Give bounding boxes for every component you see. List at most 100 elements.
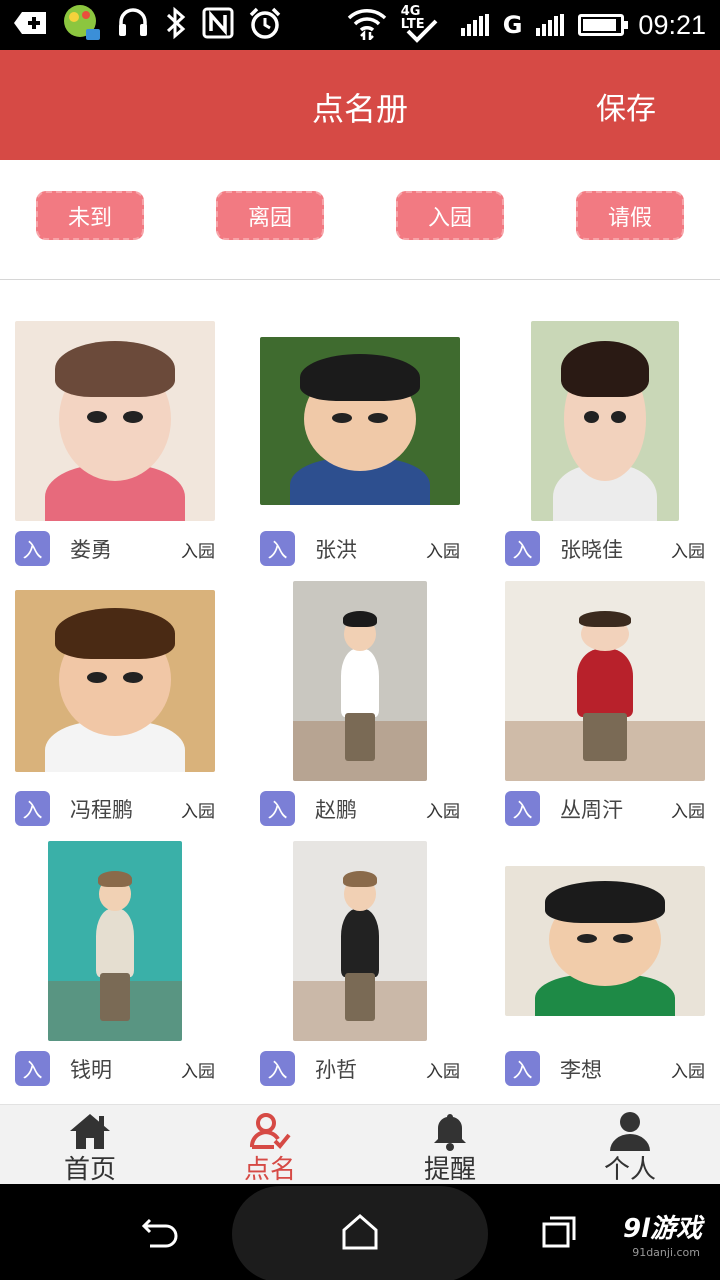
status-right: 4G LTE G 09:21 (347, 5, 706, 45)
clock: 09:21 (638, 9, 706, 40)
bell-icon (434, 1114, 466, 1151)
wifi-icon (347, 6, 387, 44)
battery-icon (578, 14, 629, 36)
home-nav-icon[interactable] (338, 1212, 382, 1252)
child-card[interactable]: 入冯程鹏 入园 (15, 581, 215, 842)
child-info-row: 入赵鹏 入园 (260, 791, 460, 827)
child-card[interactable]: 入张晓佳 入园 (505, 321, 705, 582)
child-status: 入园 (181, 802, 215, 822)
children-grid: 入娄勇 入园入张洪 入园入张晓佳 入园入冯程鹏 入园入赵鹏 入园入丛周汗 入园入钱明 入园入孙… (0, 281, 720, 1104)
signal-icon (460, 14, 489, 36)
photo-legs (345, 713, 375, 761)
child-card[interactable]: 入张洪 入园 (260, 321, 460, 582)
signal-icon-2 (536, 14, 565, 36)
child-name: 赵鹏 (315, 798, 357, 822)
back-icon[interactable] (140, 1212, 184, 1252)
status-badge[interactable]: 入 (15, 1051, 50, 1086)
child-photo[interactable] (293, 581, 427, 781)
photo-hair (55, 608, 175, 660)
child-info-row: 入张洪 入园 (260, 531, 460, 567)
child-status: 入园 (671, 1062, 705, 1082)
photo-eye (87, 411, 107, 423)
child-photo[interactable] (15, 590, 215, 772)
tab-bar: 首页 点名 提醒 个人 (0, 1104, 720, 1185)
photo-eye (577, 933, 597, 943)
child-photo[interactable] (293, 841, 427, 1041)
child-name: 李想 (560, 1058, 602, 1082)
page: 4G LTE G 09:21 点名册 保存 未到 离园 入园 请假 入娄勇 入园入… (0, 0, 720, 1280)
filter-absent-button[interactable]: 未到 (36, 191, 144, 240)
child-photo[interactable] (505, 866, 705, 1016)
recents-icon[interactable] (538, 1212, 582, 1252)
tab-profile[interactable]: 个人 (540, 1105, 720, 1185)
child-card[interactable]: 入钱明 入园 (15, 841, 215, 1102)
child-name: 张晓佳 (560, 538, 623, 562)
alarm-icon (248, 6, 282, 44)
child-info-row: 入孙哲 入园 (260, 1051, 460, 1087)
watermark-logo: 9l游戏 (622, 1214, 702, 1244)
status-badge[interactable]: 入 (505, 1051, 540, 1086)
battery-fill (583, 19, 616, 31)
home-icon (70, 1114, 110, 1149)
status-badge[interactable]: 入 (15, 531, 50, 566)
child-name: 丛周汗 (560, 798, 623, 822)
filter-arrived-button[interactable]: 入园 (396, 191, 504, 240)
child-photo[interactable] (260, 337, 460, 505)
child-photo[interactable] (15, 321, 215, 521)
photo-hair (300, 353, 420, 401)
status-badge[interactable]: 入 (260, 531, 295, 566)
filter-left-button[interactable]: 离园 (216, 191, 324, 240)
photo-hair (579, 611, 631, 627)
status-bar: 4G LTE G 09:21 (0, 0, 720, 50)
photo-hair (342, 871, 378, 887)
photo-legs (100, 973, 130, 1021)
nfc-icon (202, 7, 234, 43)
child-name: 孙哲 (315, 1058, 357, 1082)
child-status: 入园 (671, 542, 705, 562)
tab-home-label: 首页 (63, 1155, 116, 1185)
photo-body (341, 909, 379, 977)
child-info-row: 入钱明 入园 (15, 1051, 215, 1087)
child-card[interactable]: 入李想 入园 (505, 841, 705, 1102)
status-left (14, 3, 282, 47)
tab-reminder[interactable]: 提醒 (360, 1105, 540, 1185)
app-header: 点名册 保存 (0, 50, 720, 160)
tab-profile-label: 个人 (603, 1155, 656, 1185)
filter-bar: 未到 离园 入园 请假 (0, 160, 720, 280)
tab-home[interactable]: 首页 (0, 1105, 180, 1185)
child-photo-frame (15, 841, 215, 1041)
child-photo-frame (260, 841, 460, 1041)
status-badge[interactable]: 入 (505, 791, 540, 826)
person-icon (610, 1112, 650, 1151)
child-photo-frame (260, 321, 460, 521)
status-badge[interactable]: 入 (260, 791, 295, 826)
save-button[interactable]: 保存 (596, 84, 656, 128)
child-photo[interactable] (505, 581, 705, 781)
child-photo[interactable] (48, 841, 182, 1041)
photo-eye (584, 411, 600, 423)
status-badge[interactable]: 入 (260, 1051, 295, 1086)
tab-rollcall[interactable]: 点名 (180, 1105, 360, 1185)
filter-leave-button[interactable]: 请假 (576, 191, 684, 240)
child-status: 入园 (181, 542, 215, 562)
photo-body (96, 909, 134, 977)
status-badge[interactable]: 入 (505, 531, 540, 566)
child-card[interactable]: 入娄勇 入园 (15, 321, 215, 582)
tab-rollcall-label: 点名 (243, 1155, 296, 1185)
child-card[interactable]: 入孙哲 入园 (260, 841, 460, 1102)
child-card[interactable]: 入丛周汗 入园 (505, 581, 705, 842)
child-photo-frame (15, 321, 215, 521)
status-badge[interactable]: 入 (15, 791, 50, 826)
rollcall-icon (250, 1113, 291, 1149)
child-info-row: 入丛周汗 入园 (505, 791, 705, 827)
lte-indicator: 4G LTE (401, 5, 447, 45)
photo-eye (87, 671, 107, 683)
photo-eye (123, 411, 143, 423)
child-photo[interactable] (531, 321, 679, 521)
network-g-label: G (502, 11, 523, 39)
child-card[interactable]: 入赵鹏 入园 (260, 581, 460, 842)
child-name: 娄勇 (70, 538, 112, 562)
headset-icon (116, 6, 150, 44)
photo-legs (345, 973, 375, 1021)
photo-eye (610, 411, 626, 423)
